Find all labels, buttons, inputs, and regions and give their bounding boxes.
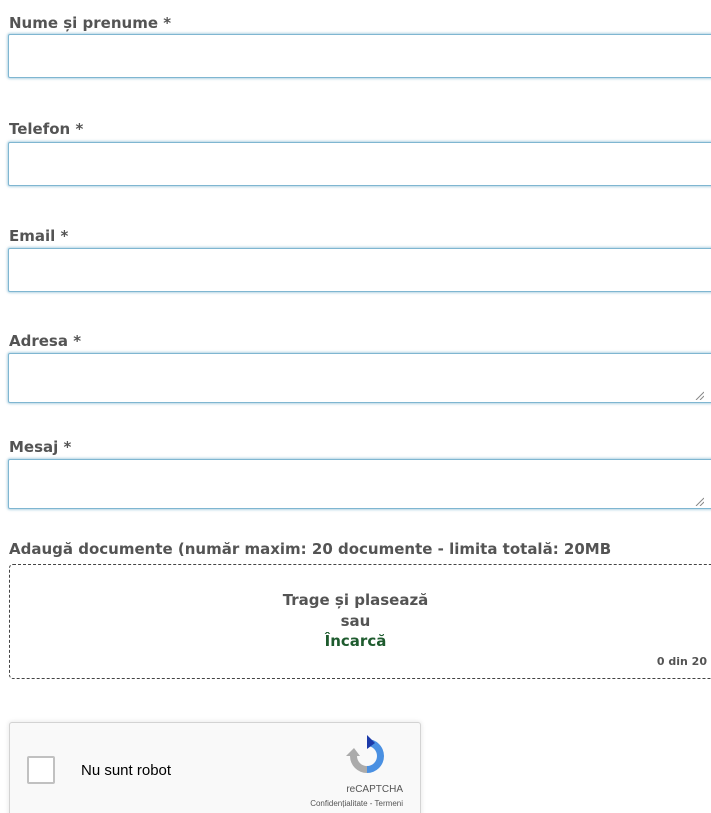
recaptcha-brand: reCAPTCHA [346, 784, 403, 795]
email-label: Email * [9, 227, 69, 245]
resize-grip-icon[interactable] [695, 497, 704, 506]
recaptcha-logo-icon [346, 735, 384, 773]
upload-label: Adaugă documente (număr maxim: 20 docume… [9, 540, 612, 558]
upload-link[interactable]: Încarcă [325, 632, 387, 650]
drag-drop-text: Trage și plasează [282, 591, 429, 609]
recaptcha-widget: Nu sunt robot reCAPTCHA Confidențialitat… [9, 722, 421, 813]
email-input[interactable] [8, 248, 711, 292]
message-label: Mesaj * [9, 438, 72, 456]
address-textarea[interactable] [8, 353, 711, 403]
phone-input[interactable] [8, 142, 711, 186]
or-text: sau [340, 612, 371, 630]
message-textarea[interactable] [8, 459, 711, 509]
file-counter: 0 din 20 [656, 655, 707, 668]
resize-grip-icon[interactable] [695, 391, 704, 400]
address-label: Adresa * [9, 332, 82, 350]
name-input[interactable] [8, 34, 711, 78]
upload-link-row: Încarcă [0, 632, 711, 650]
recaptcha-label: Nu sunt robot [81, 762, 172, 779]
recaptcha-privacy-links[interactable]: Confidențialitate - Termeni [310, 799, 403, 808]
recaptcha-checkbox[interactable] [27, 756, 55, 784]
phone-label: Telefon * [9, 120, 84, 138]
name-label: Nume și prenume * [9, 14, 172, 32]
